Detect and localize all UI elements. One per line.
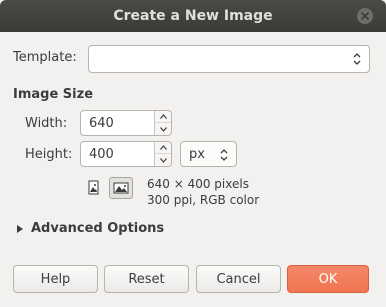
help-button[interactable]: Help xyxy=(13,265,98,293)
resolution-colorspace-text: 300 ppi, RGB color xyxy=(147,193,260,207)
template-select[interactable] xyxy=(88,45,370,73)
chevron-up-icon xyxy=(159,145,167,150)
reset-button[interactable]: Reset xyxy=(104,265,189,293)
width-input[interactable]: 640 xyxy=(89,111,114,135)
unit-select[interactable]: px xyxy=(180,141,237,167)
template-label: Template: xyxy=(13,50,77,65)
height-input[interactable]: 400 xyxy=(89,142,114,166)
width-label: Width: xyxy=(25,116,68,131)
advanced-options-expander[interactable]: Advanced Options xyxy=(15,221,164,236)
landscape-button[interactable] xyxy=(109,177,133,199)
title-bar: Create a New Image xyxy=(0,0,386,32)
width-decrement-button[interactable] xyxy=(155,123,171,135)
updown-arrows-icon xyxy=(353,53,361,65)
cancel-button[interactable]: Cancel xyxy=(196,265,281,293)
chevron-down-icon xyxy=(159,126,167,132)
chevron-down-icon xyxy=(159,157,167,163)
portrait-icon xyxy=(88,180,99,195)
updown-arrows-icon xyxy=(220,149,228,161)
chevron-up-icon xyxy=(159,114,167,119)
height-decrement-button[interactable] xyxy=(155,154,171,166)
height-spinbox[interactable]: 400 xyxy=(80,141,172,167)
triangle-right-icon xyxy=(17,224,23,233)
image-size-heading: Image Size xyxy=(13,87,94,102)
portrait-button[interactable] xyxy=(84,177,102,199)
height-increment-button[interactable] xyxy=(155,142,171,154)
image-size-info: 640 × 400 pixels 300 ppi, RGB color xyxy=(147,176,259,208)
width-spin-buttons xyxy=(154,111,171,135)
pixel-dimensions-text: 640 × 400 pixels xyxy=(147,177,249,191)
ok-button[interactable]: OK xyxy=(287,265,369,293)
dialog-title: Create a New Image xyxy=(113,8,273,24)
close-button[interactable] xyxy=(357,8,373,24)
advanced-options-label: Advanced Options xyxy=(31,221,165,236)
height-spin-buttons xyxy=(154,142,171,166)
width-increment-button[interactable] xyxy=(155,111,171,123)
close-icon xyxy=(361,12,369,20)
new-image-dialog: Create a New Image Template: Image Size … xyxy=(0,0,386,307)
height-label: Height: xyxy=(25,147,73,162)
width-spinbox[interactable]: 640 xyxy=(80,110,172,136)
unit-value: px xyxy=(189,146,205,162)
landscape-icon xyxy=(113,182,129,194)
